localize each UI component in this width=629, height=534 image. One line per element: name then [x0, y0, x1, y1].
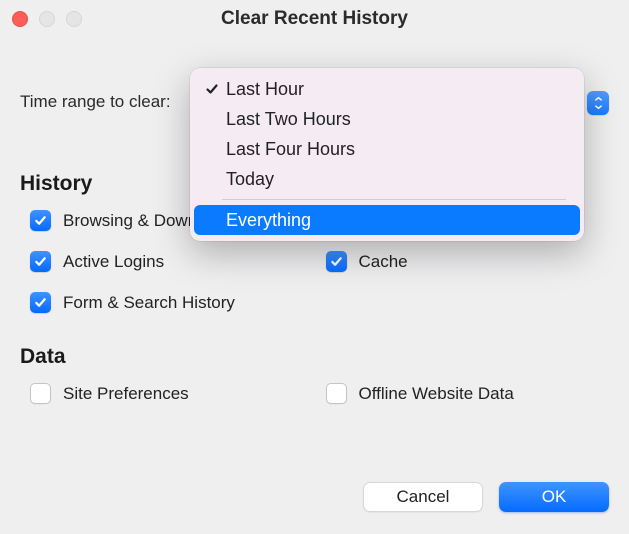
- zoom-window-button[interactable]: [66, 11, 82, 27]
- button-label: OK: [542, 487, 567, 507]
- time-range-popup: Last Hour Last Two Hours Last Four Hours…: [190, 68, 584, 241]
- checkbox-icon: [326, 383, 347, 404]
- menu-item-label: Everything: [222, 210, 311, 231]
- clear-history-dialog: Clear Recent History Time range to clear…: [0, 0, 629, 534]
- checkbox-label: Cache: [359, 252, 408, 272]
- cancel-button[interactable]: Cancel: [363, 482, 483, 512]
- menu-item-label: Last Two Hours: [222, 109, 351, 130]
- ok-button[interactable]: OK: [499, 482, 609, 512]
- checkbox-icon: [326, 251, 347, 272]
- checkbox-site-preferences[interactable]: Site Preferences: [30, 383, 314, 404]
- checkbox-label: Site Preferences: [63, 384, 189, 404]
- checkbox-icon: [30, 292, 51, 313]
- window-title: Clear Recent History: [0, 8, 629, 30]
- menu-item-today[interactable]: Today: [190, 164, 584, 194]
- checkbox-label: Offline Website Data: [359, 384, 514, 404]
- menu-separator: [222, 199, 566, 200]
- minimize-window-button[interactable]: [39, 11, 55, 27]
- checkbox-form-search-history[interactable]: Form & Search History: [30, 292, 609, 313]
- select-stepper-icon: [587, 91, 609, 115]
- button-label: Cancel: [397, 487, 450, 507]
- menu-item-last-hour[interactable]: Last Hour: [190, 74, 584, 104]
- checkbox-active-logins[interactable]: Active Logins: [30, 251, 314, 272]
- menu-item-label: Last Hour: [222, 79, 304, 100]
- checkbox-label: Form & Search History: [63, 293, 235, 313]
- checkbox-icon: [30, 210, 51, 231]
- menu-item-label: Last Four Hours: [222, 139, 355, 160]
- checkbox-icon: [30, 383, 51, 404]
- menu-item-last-two-hours[interactable]: Last Two Hours: [190, 104, 584, 134]
- close-window-button[interactable]: [12, 11, 28, 27]
- data-options: Site Preferences Offline Website Data: [20, 383, 609, 404]
- time-range-label: Time range to clear:: [20, 92, 171, 112]
- menu-item-label: Today: [222, 169, 274, 190]
- window-controls: [0, 11, 82, 27]
- menu-item-everything[interactable]: Everything: [194, 205, 580, 235]
- dialog-buttons: Cancel OK: [363, 482, 609, 512]
- data-heading: Data: [20, 345, 609, 369]
- checkbox-label: Active Logins: [63, 252, 164, 272]
- titlebar: Clear Recent History: [0, 0, 629, 38]
- checkbox-icon: [30, 251, 51, 272]
- menu-item-last-four-hours[interactable]: Last Four Hours: [190, 134, 584, 164]
- checkbox-cache[interactable]: Cache: [326, 251, 610, 272]
- check-icon: [202, 82, 222, 96]
- checkbox-offline-website-data[interactable]: Offline Website Data: [326, 383, 610, 404]
